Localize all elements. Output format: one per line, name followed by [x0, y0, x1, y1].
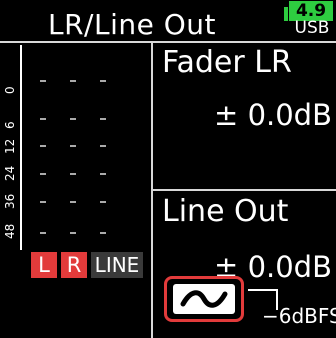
channel-line-label: LINE: [91, 252, 143, 278]
line-out-title[interactable]: Line Out: [162, 194, 288, 229]
channel-l-label: L: [31, 252, 57, 278]
page-title: LR/Line Out: [48, 8, 217, 41]
curve-icon: [173, 284, 235, 314]
meter-scale: 48 36 24 12 6 0: [0, 45, 22, 250]
scale-label-24: 24: [3, 165, 17, 181]
limiter-threshold: −6dBFS: [262, 304, 336, 328]
scale-label-0: 0: [3, 86, 17, 94]
channel-r-label: R: [61, 252, 87, 278]
power-source: USB: [294, 18, 330, 38]
fader-lr-value[interactable]: ± 0.0dB: [214, 98, 332, 132]
limiter-button[interactable]: [164, 276, 244, 322]
meter-grid: [40, 80, 130, 250]
scale-label-6: 6: [3, 121, 17, 129]
battery-indicator: 4.9 USB: [284, 1, 336, 38]
scale-label-36: 36: [3, 193, 17, 209]
fader-lr-title[interactable]: Fader LR: [162, 45, 292, 80]
scale-axis: [20, 45, 22, 250]
scale-label-48: 48: [3, 223, 17, 239]
section-divider: [151, 189, 336, 191]
header-divider: [0, 41, 336, 43]
scale-label-12: 12: [3, 138, 17, 154]
